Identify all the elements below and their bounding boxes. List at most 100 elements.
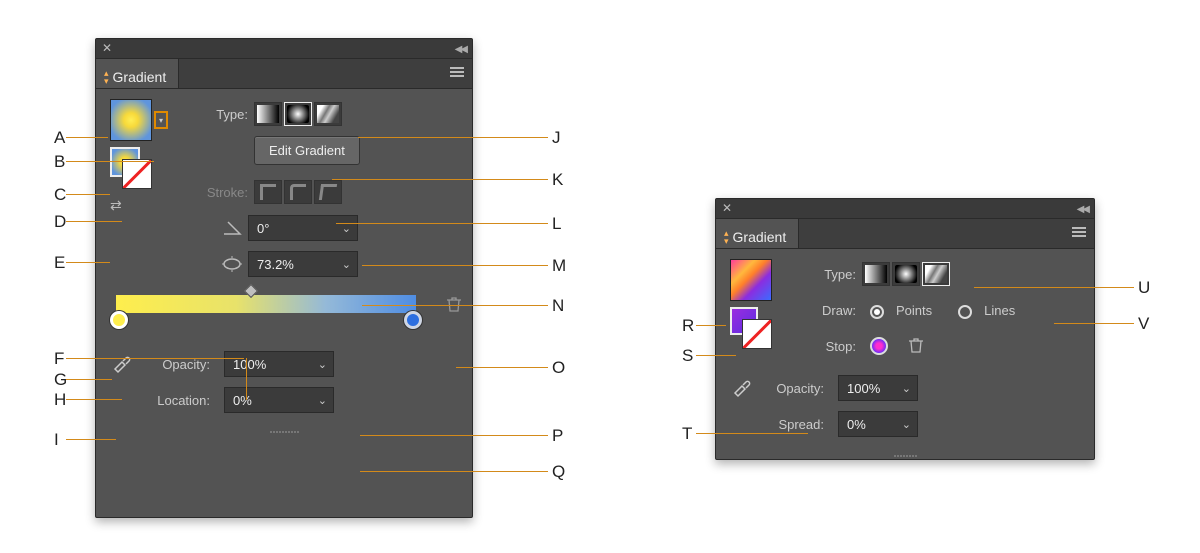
leader-M bbox=[362, 265, 548, 266]
delete-stop-icon[interactable] bbox=[908, 336, 924, 357]
spread-field[interactable]: 0% ⌄ bbox=[838, 411, 918, 437]
callout-D: D bbox=[54, 212, 66, 232]
gradient-panel-left: ✕ ◀◀ ▴▾ Gradient ▾ ⇄ bbox=[95, 38, 473, 518]
edit-gradient-button[interactable]: Edit Gradient bbox=[254, 136, 360, 165]
draw-points-radio[interactable] bbox=[870, 305, 884, 319]
reverse-gradient-icon[interactable]: ⇄ bbox=[110, 197, 122, 214]
callout-H: H bbox=[54, 390, 66, 410]
draw-lines-label: Lines bbox=[984, 303, 1015, 318]
leader-E bbox=[66, 262, 110, 263]
tab-row: ▴▾ Gradient bbox=[716, 219, 1094, 249]
callout-E: E bbox=[54, 253, 65, 273]
type-radial-button[interactable] bbox=[284, 102, 312, 126]
panel-body: Type: Draw: Points Lines Stop: bbox=[716, 249, 1094, 451]
opacity-label: Opacity: bbox=[760, 381, 824, 396]
stroke-across-button[interactable] bbox=[314, 180, 342, 204]
callout-B: B bbox=[54, 152, 65, 172]
angle-field[interactable]: 0° ⌄ bbox=[248, 215, 358, 241]
type-freeform-button[interactable] bbox=[922, 262, 950, 286]
gradient-slider bbox=[116, 295, 458, 335]
type-freeform-button[interactable] bbox=[314, 102, 342, 126]
callout-N: N bbox=[552, 296, 564, 316]
stop-color-swatch[interactable] bbox=[870, 337, 888, 355]
chevron-down-icon[interactable]: ⌄ bbox=[318, 394, 327, 407]
fill-stroke-swatch[interactable] bbox=[110, 147, 152, 189]
leader-V bbox=[1054, 323, 1134, 324]
tab-gradient[interactable]: ▴▾ Gradient bbox=[96, 59, 179, 88]
type-label: Type: bbox=[184, 107, 248, 122]
leader-I bbox=[66, 439, 116, 440]
type-label: Type: bbox=[806, 267, 856, 282]
type-linear-button[interactable] bbox=[862, 262, 890, 286]
callout-F: F bbox=[54, 349, 64, 369]
chevron-down-icon[interactable]: ⌄ bbox=[902, 418, 911, 431]
aspect-ratio-icon bbox=[222, 256, 242, 272]
gradient-slider-track[interactable] bbox=[116, 295, 416, 313]
leader-H bbox=[66, 399, 122, 400]
spread-value: 0% bbox=[847, 417, 866, 432]
stroke-none-swatch[interactable] bbox=[742, 319, 772, 349]
type-radial-button[interactable] bbox=[892, 262, 920, 286]
panel-title: Gradient bbox=[113, 69, 167, 85]
stroke-none-swatch[interactable] bbox=[122, 159, 152, 189]
callout-L: L bbox=[552, 214, 561, 234]
gradient-preview-swatch[interactable] bbox=[110, 99, 152, 141]
callout-R: R bbox=[682, 316, 694, 336]
gradient-stop-right[interactable] bbox=[404, 311, 422, 329]
leader-G bbox=[66, 379, 112, 380]
panel-menu-icon[interactable] bbox=[1072, 227, 1086, 237]
stop-label: Stop: bbox=[806, 339, 856, 354]
leader-Q bbox=[360, 471, 548, 472]
chevron-down-icon[interactable]: ⌄ bbox=[342, 258, 351, 271]
leader-C bbox=[66, 194, 110, 195]
callout-J: J bbox=[552, 128, 561, 148]
panel-menu-icon[interactable] bbox=[450, 67, 464, 77]
collapse-icon[interactable]: ◀◀ bbox=[1077, 204, 1088, 215]
type-linear-button[interactable] bbox=[254, 102, 282, 126]
aspect-ratio-field[interactable]: 73.2% ⌄ bbox=[248, 251, 358, 277]
aspect-ratio-value: 73.2% bbox=[257, 257, 294, 272]
draw-lines-radio[interactable] bbox=[958, 305, 972, 319]
callout-S: S bbox=[682, 346, 693, 366]
chevron-down-icon[interactable]: ⌄ bbox=[318, 358, 327, 371]
expand-arrows-icon: ▴▾ bbox=[724, 229, 729, 245]
gradient-midpoint[interactable] bbox=[244, 284, 258, 298]
leader-P bbox=[360, 435, 548, 436]
leader-R bbox=[696, 325, 726, 326]
callout-P: P bbox=[552, 426, 563, 446]
leader-T bbox=[696, 433, 808, 434]
callout-Q: Q bbox=[552, 462, 565, 482]
gradient-preview-swatch[interactable] bbox=[730, 259, 772, 301]
stroke-along-button[interactable] bbox=[284, 180, 312, 204]
fill-stroke-swatch[interactable] bbox=[730, 307, 772, 349]
opacity-field[interactable]: 100% ⌄ bbox=[838, 375, 918, 401]
callout-A: A bbox=[54, 128, 65, 148]
leader-F bbox=[66, 358, 244, 359]
opacity-field[interactable]: 100% ⌄ bbox=[224, 351, 334, 377]
leader-D bbox=[66, 221, 122, 222]
eyedropper-icon[interactable] bbox=[730, 376, 752, 401]
stroke-within-button[interactable] bbox=[254, 180, 282, 204]
angle-icon bbox=[222, 220, 242, 236]
swatch-column: ▾ ⇄ bbox=[110, 99, 172, 285]
eyedropper-icon[interactable] bbox=[110, 352, 132, 377]
chevron-down-icon[interactable]: ⌄ bbox=[902, 382, 911, 395]
close-icon[interactable]: ✕ bbox=[102, 41, 112, 55]
callout-V: V bbox=[1138, 314, 1149, 334]
titlebar: ✕ ◀◀ bbox=[96, 39, 472, 59]
gradient-stop-left[interactable] bbox=[110, 311, 128, 329]
collapse-icon[interactable]: ◀◀ bbox=[455, 44, 466, 55]
swatch-menu-dropdown[interactable]: ▾ bbox=[154, 111, 168, 129]
callout-C: C bbox=[54, 185, 66, 205]
leader-F-drop bbox=[246, 358, 247, 400]
leader-A bbox=[66, 137, 108, 138]
panel-body: ▾ ⇄ Type: Edit Gradient bbox=[96, 89, 472, 427]
panel-title: Gradient bbox=[733, 229, 787, 245]
tab-gradient[interactable]: ▴▾ Gradient bbox=[716, 219, 799, 248]
opacity-value: 100% bbox=[847, 381, 880, 396]
location-field[interactable]: 0% ⌄ bbox=[224, 387, 334, 413]
close-icon[interactable]: ✕ bbox=[722, 201, 732, 215]
stroke-label: Stroke: bbox=[184, 185, 248, 200]
leader-L bbox=[336, 223, 548, 224]
resize-grip[interactable] bbox=[716, 451, 1094, 461]
